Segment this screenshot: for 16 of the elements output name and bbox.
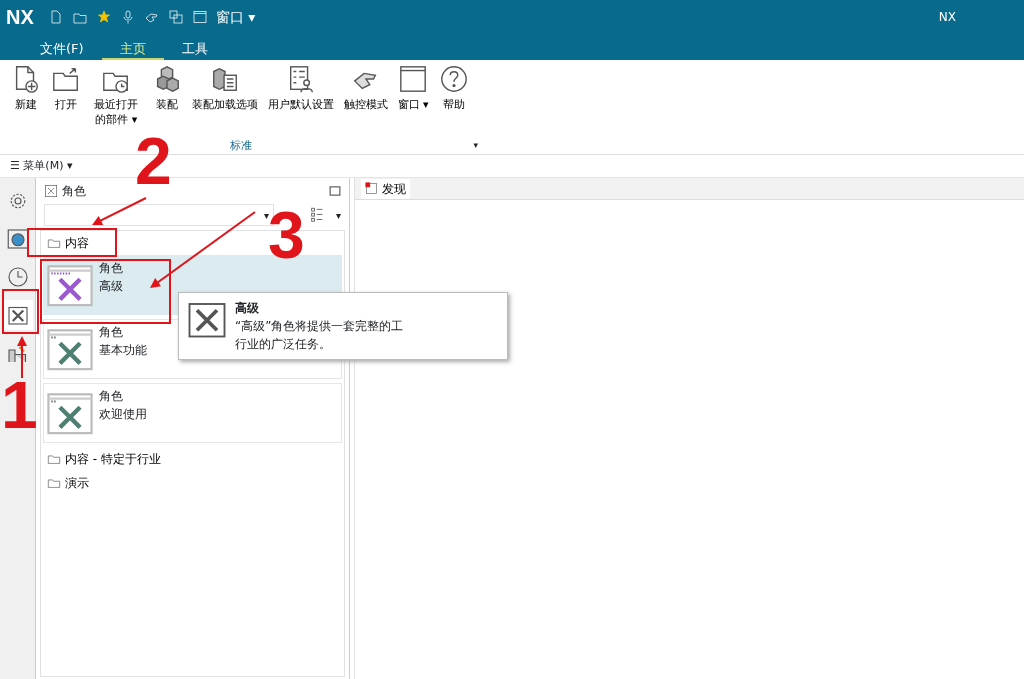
caret-icon: ▾ — [263, 207, 269, 223]
role-name: 基本功能 — [99, 342, 147, 359]
tooltip-text: “高级”角色将提供一套完整的工 — [235, 318, 404, 335]
tooltip-text: 行业的广泛任务。 — [235, 336, 332, 353]
app-logo: NX — [5, 5, 35, 30]
group-label: 标准 — [229, 137, 252, 154]
role-name: 欢迎使用 — [99, 406, 147, 423]
step-number: 2 — [135, 128, 172, 194]
role-title: 角色 — [99, 324, 124, 341]
panel-title: 角色 — [62, 183, 86, 200]
tooltip-title: 高级 — [235, 300, 260, 317]
role-title: 角色 — [99, 260, 123, 277]
window-title: NX — [938, 9, 956, 26]
role-name: 高级 — [99, 278, 123, 295]
role-title: 角色 — [99, 388, 124, 405]
step-number: 1 — [1, 372, 38, 438]
